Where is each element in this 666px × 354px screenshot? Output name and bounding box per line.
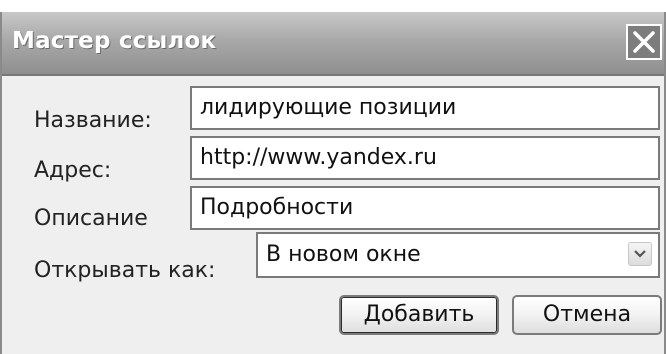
description-label: Описание xyxy=(34,206,148,231)
close-icon xyxy=(633,31,655,53)
add-button[interactable]: Добавить xyxy=(339,295,499,335)
title-bar: Мастер ссылок xyxy=(2,12,664,76)
open-as-value: В новом окне xyxy=(266,242,421,267)
dialog-title: Мастер ссылок xyxy=(12,28,217,54)
cancel-button[interactable]: Отмена xyxy=(512,295,662,335)
close-button[interactable] xyxy=(626,24,662,60)
name-label: Название: xyxy=(34,108,152,133)
address-label: Адрес: xyxy=(34,158,112,183)
open-as-label: Открывать как: xyxy=(34,258,216,283)
open-as-select[interactable]: В новом окне xyxy=(256,232,660,278)
description-field[interactable]: Подробности xyxy=(190,186,660,230)
chevron-down-icon xyxy=(634,250,646,258)
name-field[interactable]: лидирующие позиции xyxy=(190,86,660,130)
address-field[interactable]: http://www.yandex.ru xyxy=(190,136,660,180)
dropdown-button[interactable] xyxy=(628,242,652,266)
